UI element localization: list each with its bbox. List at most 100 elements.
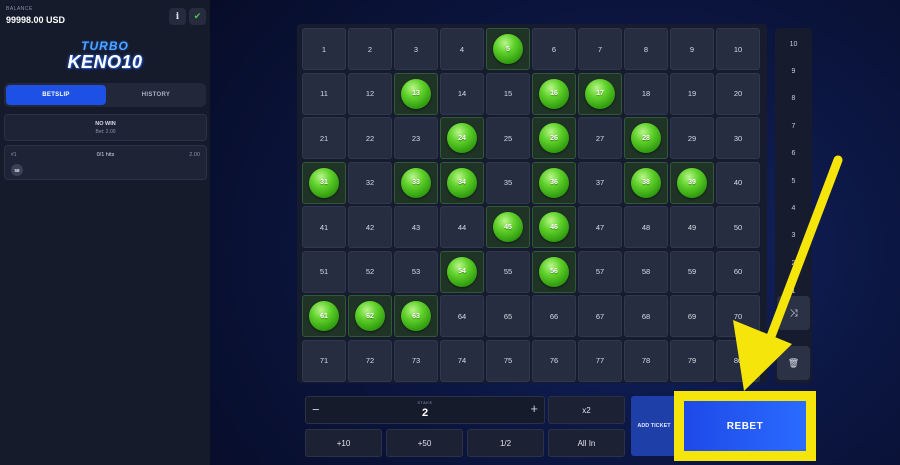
number-cell-80[interactable]: 80 bbox=[716, 339, 760, 382]
number-cell-7[interactable]: 7 bbox=[578, 28, 622, 70]
pick-count-4[interactable]: 4 bbox=[775, 195, 812, 221]
number-cell-77[interactable]: 77 bbox=[578, 339, 622, 382]
add-10-button[interactable]: +10 bbox=[305, 429, 382, 457]
number-cell-4[interactable]: 4 bbox=[440, 28, 484, 70]
number-cell-59[interactable]: 59 bbox=[670, 250, 714, 293]
number-cell-36[interactable]: 36 bbox=[532, 161, 576, 204]
number-cell-41[interactable]: 41 bbox=[302, 206, 346, 248]
number-cell-69[interactable]: 69 bbox=[670, 295, 714, 337]
add-50-button[interactable]: +50 bbox=[386, 429, 463, 457]
number-cell-19[interactable]: 19 bbox=[670, 72, 714, 115]
number-cell-74[interactable]: 74 bbox=[440, 339, 484, 382]
number-cell-33[interactable]: 33 bbox=[394, 161, 438, 204]
number-cell-26[interactable]: 26 bbox=[532, 117, 576, 159]
number-cell-62[interactable]: 62 bbox=[348, 295, 392, 337]
number-cell-76[interactable]: 76 bbox=[532, 339, 576, 382]
number-cell-50[interactable]: 50 bbox=[716, 206, 760, 248]
number-cell-68[interactable]: 68 bbox=[624, 295, 668, 337]
double-stake-button[interactable]: x2 bbox=[548, 396, 625, 424]
number-cell-10[interactable]: 10 bbox=[716, 28, 760, 70]
pick-count-8[interactable]: 8 bbox=[775, 86, 812, 112]
stake-value[interactable]: 2 bbox=[306, 407, 544, 419]
number-cell-70[interactable]: 70 bbox=[716, 295, 760, 337]
ticket-card[interactable]: #1 0/1 hits 2.00 58 bbox=[4, 145, 207, 180]
number-cell-78[interactable]: 78 bbox=[624, 339, 668, 382]
number-cell-48[interactable]: 48 bbox=[624, 206, 668, 248]
number-cell-64[interactable]: 64 bbox=[440, 295, 484, 337]
number-cell-57[interactable]: 57 bbox=[578, 250, 622, 293]
number-cell-12[interactable]: 12 bbox=[348, 72, 392, 115]
number-cell-67[interactable]: 67 bbox=[578, 295, 622, 337]
all-in-button[interactable]: All In bbox=[548, 429, 625, 457]
pick-count-9[interactable]: 9 bbox=[775, 58, 812, 84]
number-cell-23[interactable]: 23 bbox=[394, 117, 438, 159]
add-ticket-button[interactable]: ADD TICKET bbox=[631, 396, 677, 456]
number-cell-8[interactable]: 8 bbox=[624, 28, 668, 70]
number-cell-66[interactable]: 66 bbox=[532, 295, 576, 337]
number-cell-31[interactable]: 31 bbox=[302, 161, 346, 204]
pick-count-7[interactable]: 7 bbox=[775, 113, 812, 139]
number-cell-63[interactable]: 63 bbox=[394, 295, 438, 337]
half-stake-button[interactable]: 1/2 bbox=[467, 429, 544, 457]
pick-count-5[interactable]: 5 bbox=[775, 168, 812, 194]
number-cell-47[interactable]: 47 bbox=[578, 206, 622, 248]
rebet-button[interactable]: REBET bbox=[684, 401, 806, 451]
number-cell-20[interactable]: 20 bbox=[716, 72, 760, 115]
number-cell-51[interactable]: 51 bbox=[302, 250, 346, 293]
number-cell-35[interactable]: 35 bbox=[486, 161, 530, 204]
number-cell-34[interactable]: 34 bbox=[440, 161, 484, 204]
number-cell-79[interactable]: 79 bbox=[670, 339, 714, 382]
number-cell-72[interactable]: 72 bbox=[348, 339, 392, 382]
number-cell-38[interactable]: 38 bbox=[624, 161, 668, 204]
number-cell-6[interactable]: 6 bbox=[532, 28, 576, 70]
number-cell-56[interactable]: 56 bbox=[532, 250, 576, 293]
number-cell-25[interactable]: 25 bbox=[486, 117, 530, 159]
pick-count-6[interactable]: 6 bbox=[775, 141, 812, 167]
number-cell-75[interactable]: 75 bbox=[486, 339, 530, 382]
number-cell-49[interactable]: 49 bbox=[670, 206, 714, 248]
number-cell-46[interactable]: 46 bbox=[532, 206, 576, 248]
number-cell-39[interactable]: 39 bbox=[670, 161, 714, 204]
number-cell-54[interactable]: 54 bbox=[440, 250, 484, 293]
number-cell-52[interactable]: 52 bbox=[348, 250, 392, 293]
number-cell-3[interactable]: 3 bbox=[394, 28, 438, 70]
number-cell-16[interactable]: 16 bbox=[532, 72, 576, 115]
number-cell-45[interactable]: 45 bbox=[486, 206, 530, 248]
number-cell-71[interactable]: 71 bbox=[302, 339, 346, 382]
number-cell-65[interactable]: 65 bbox=[486, 295, 530, 337]
number-cell-1[interactable]: 1 bbox=[302, 28, 346, 70]
number-cell-9[interactable]: 9 bbox=[670, 28, 714, 70]
info-button[interactable]: i bbox=[169, 8, 186, 25]
pick-count-1[interactable]: 1 bbox=[775, 278, 812, 304]
number-cell-44[interactable]: 44 bbox=[440, 206, 484, 248]
number-cell-24[interactable]: 24 bbox=[440, 117, 484, 159]
number-cell-61[interactable]: 61 bbox=[302, 295, 346, 337]
number-cell-14[interactable]: 14 bbox=[440, 72, 484, 115]
number-cell-58[interactable]: 58 bbox=[624, 250, 668, 293]
number-cell-30[interactable]: 30 bbox=[716, 117, 760, 159]
clear-button[interactable]: 🗑 bbox=[777, 346, 810, 380]
stake-increase-button[interactable]: + bbox=[530, 401, 538, 416]
number-cell-15[interactable]: 15 bbox=[486, 72, 530, 115]
tab-history[interactable]: HISTORY bbox=[106, 85, 206, 105]
number-cell-28[interactable]: 28 bbox=[624, 117, 668, 159]
number-cell-17[interactable]: 17 bbox=[578, 72, 622, 115]
number-cell-60[interactable]: 60 bbox=[716, 250, 760, 293]
number-cell-13[interactable]: 13 bbox=[394, 72, 438, 115]
number-cell-55[interactable]: 55 bbox=[486, 250, 530, 293]
number-cell-11[interactable]: 11 bbox=[302, 72, 346, 115]
pick-count-2[interactable]: 2 bbox=[775, 250, 812, 276]
number-cell-73[interactable]: 73 bbox=[394, 339, 438, 382]
number-cell-32[interactable]: 32 bbox=[348, 161, 392, 204]
number-cell-27[interactable]: 27 bbox=[578, 117, 622, 159]
number-cell-37[interactable]: 37 bbox=[578, 161, 622, 204]
tab-betslip[interactable]: BETSLIP bbox=[6, 85, 106, 105]
number-cell-5[interactable]: 5 bbox=[486, 28, 530, 70]
pick-count-3[interactable]: 3 bbox=[775, 223, 812, 249]
pick-count-10[interactable]: 10 bbox=[775, 31, 812, 57]
number-cell-2[interactable]: 2 bbox=[348, 28, 392, 70]
number-cell-22[interactable]: 22 bbox=[348, 117, 392, 159]
number-cell-42[interactable]: 42 bbox=[348, 206, 392, 248]
number-cell-53[interactable]: 53 bbox=[394, 250, 438, 293]
number-cell-29[interactable]: 29 bbox=[670, 117, 714, 159]
